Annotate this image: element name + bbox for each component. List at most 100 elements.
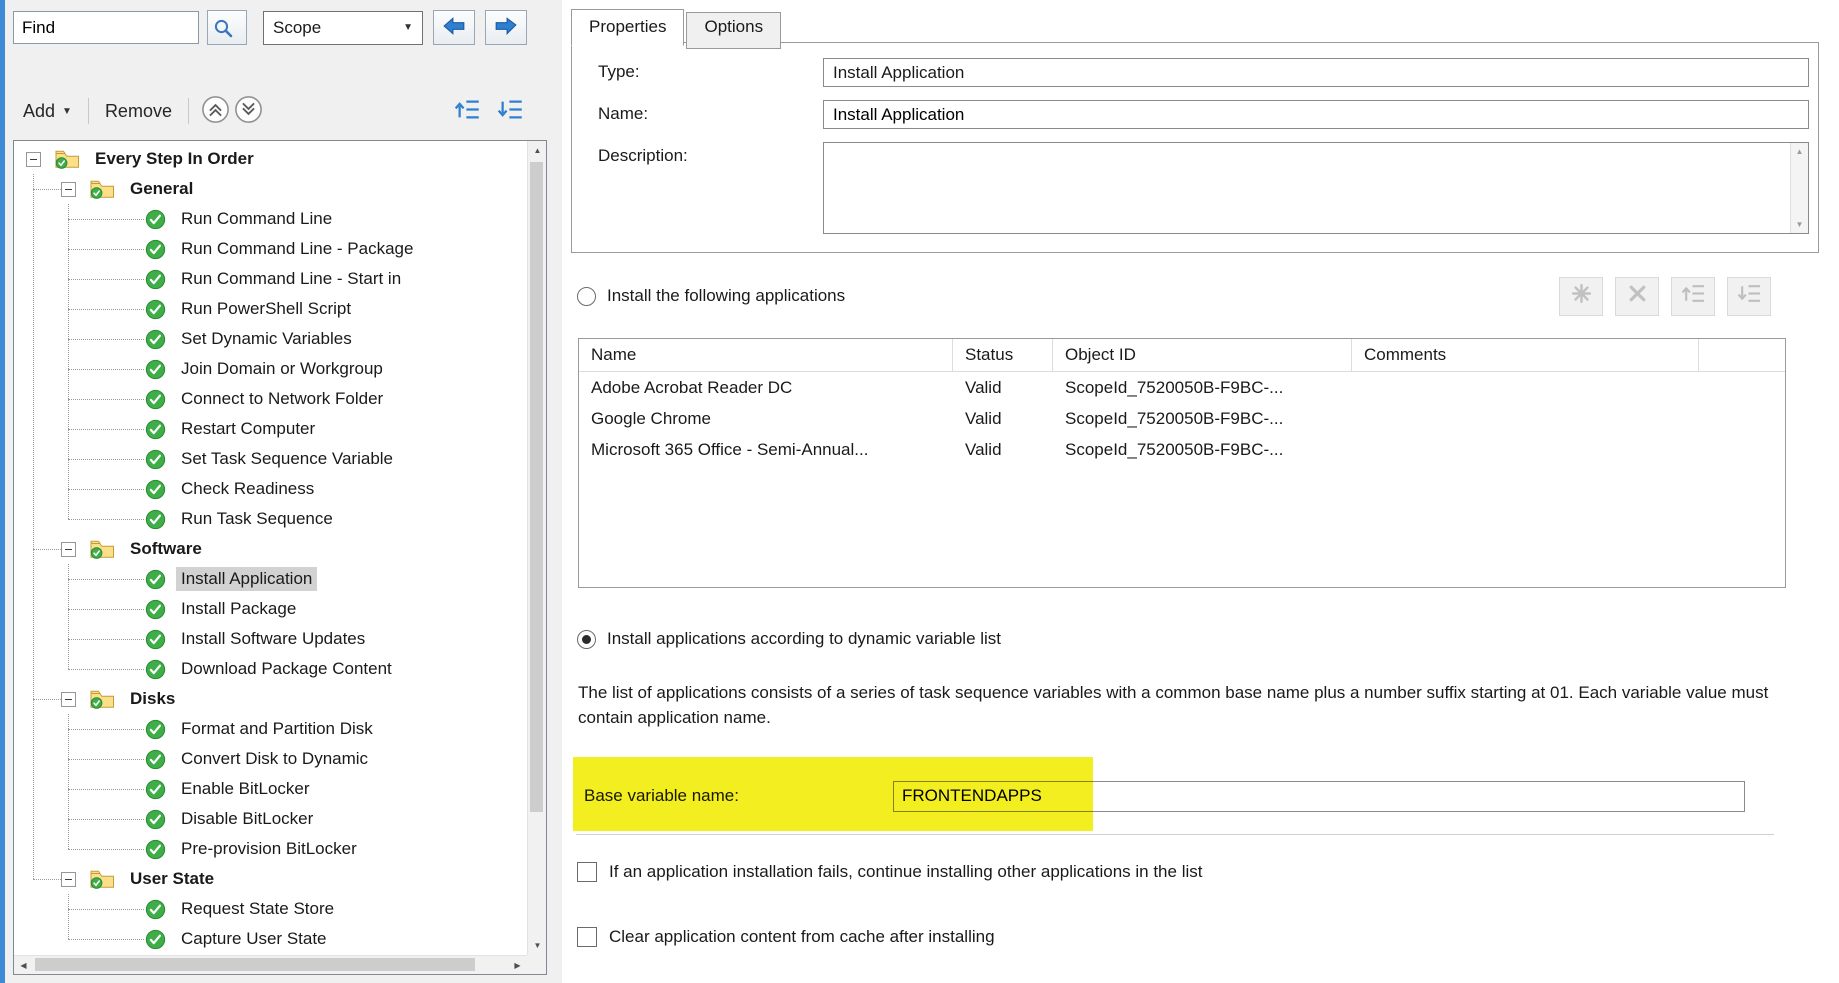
search-button[interactable] xyxy=(207,10,247,45)
tree-expander-icon[interactable] xyxy=(61,542,76,557)
tree-item[interactable]: Format and Partition Disk xyxy=(14,714,527,744)
tree-item-label: Restart Computer xyxy=(176,417,320,441)
tree-expander-icon[interactable] xyxy=(26,152,41,167)
move-step-up-button[interactable] xyxy=(452,96,483,126)
find-input[interactable] xyxy=(13,11,199,44)
tree-item[interactable]: Run PowerShell Script xyxy=(14,294,527,324)
column-header[interactable]: Status xyxy=(953,339,1053,371)
scroll-down-icon[interactable]: ▼ xyxy=(1796,220,1804,229)
tree-item[interactable]: Install Package xyxy=(14,594,527,624)
application-list-body: Adobe Acrobat Reader DCValidScopeId_7520… xyxy=(579,372,1785,465)
tree-item[interactable]: Check Readiness xyxy=(14,474,527,504)
step-success-icon xyxy=(144,628,167,651)
list-move-up-icon xyxy=(454,96,481,126)
application-cell: Adobe Acrobat Reader DC xyxy=(579,372,953,403)
install-following-label: Install the following applications xyxy=(607,286,845,306)
application-list[interactable]: NameStatusObject IDComments Adobe Acroba… xyxy=(578,338,1786,588)
move-application-down-button[interactable] xyxy=(1727,277,1771,316)
tree-item[interactable]: Restart Computer xyxy=(14,414,527,444)
tab-options[interactable]: Options xyxy=(686,12,781,49)
scroll-left-button[interactable]: ◀ xyxy=(14,956,33,975)
base-variable-input[interactable] xyxy=(893,781,1745,812)
tree-item[interactable]: Convert Disk to Dynamic xyxy=(14,744,527,774)
delete-application-button[interactable] xyxy=(1615,277,1659,316)
tree-group[interactable]: General xyxy=(14,174,527,204)
tree-item-label: Convert Disk to Dynamic xyxy=(176,747,373,771)
tree-expander-icon[interactable] xyxy=(61,182,76,197)
tree-item[interactable]: Run Command Line xyxy=(14,204,527,234)
folder-check-icon xyxy=(88,177,116,201)
application-row[interactable]: Adobe Acrobat Reader DCValidScopeId_7520… xyxy=(579,372,1785,403)
application-cell xyxy=(1699,372,1785,403)
horizontal-scroll-thumb[interactable] xyxy=(35,958,475,971)
type-label: Type: xyxy=(598,58,823,87)
step-success-icon xyxy=(144,778,167,801)
double-chevron-up-circle-icon xyxy=(201,95,230,127)
step-success-icon xyxy=(144,508,167,531)
tree-item[interactable]: Download Package Content xyxy=(14,654,527,684)
tree-item-label: Check Readiness xyxy=(176,477,319,501)
tree-item[interactable]: Connect to Network Folder xyxy=(14,384,527,414)
application-row[interactable]: Microsoft 365 Office - Semi-Annual...Val… xyxy=(579,434,1785,465)
tree-item-label: Install Package xyxy=(176,597,301,621)
remove-step-button[interactable]: Remove xyxy=(99,97,178,126)
tree-root[interactable]: Every Step In Order xyxy=(14,144,527,174)
step-success-icon xyxy=(144,448,167,471)
tree-group[interactable]: User State xyxy=(14,864,527,894)
application-row[interactable]: Google ChromeValidScopeId_7520050B-F9BC-… xyxy=(579,403,1785,434)
scroll-down-button[interactable]: ▼ xyxy=(528,936,547,955)
scroll-up-icon[interactable]: ▲ xyxy=(1796,147,1804,156)
tree-item[interactable]: Request State Store xyxy=(14,894,527,924)
install-dynamic-radio[interactable] xyxy=(577,630,596,649)
tree-expander-icon[interactable] xyxy=(61,872,76,887)
vertical-scrollbar[interactable]: ▲ ▼ xyxy=(527,141,546,955)
continue-on-fail-label: If an application installation fails, co… xyxy=(609,862,1202,882)
move-step-down-button[interactable] xyxy=(495,96,526,126)
tree-item[interactable]: Join Domain or Workgroup xyxy=(14,354,527,384)
tree-item[interactable]: Enable BitLocker xyxy=(14,774,527,804)
move-application-up-button[interactable] xyxy=(1671,277,1715,316)
dynamic-list-help-text: The list of applications consists of a s… xyxy=(578,681,1778,730)
tree-item[interactable]: Set Dynamic Variables xyxy=(14,324,527,354)
tree-expander-icon[interactable] xyxy=(61,692,76,707)
tab-properties[interactable]: Properties xyxy=(571,9,684,46)
install-following-radio[interactable] xyxy=(577,287,596,306)
tree-item[interactable]: Pre-provision BitLocker xyxy=(14,834,527,864)
column-header[interactable]: Object ID xyxy=(1053,339,1352,371)
add-step-button[interactable]: Add ▼ xyxy=(17,97,78,126)
find-previous-button[interactable] xyxy=(433,10,475,45)
horizontal-scrollbar[interactable]: ◀ ▶ xyxy=(14,955,527,974)
scroll-right-button[interactable]: ▶ xyxy=(508,956,527,975)
scroll-up-button[interactable]: ▲ xyxy=(528,141,547,160)
scope-dropdown[interactable]: Scope ▼ xyxy=(263,11,423,45)
tree-item[interactable]: Run Task Sequence xyxy=(14,504,527,534)
description-scrollbar[interactable]: ▲ ▼ xyxy=(1790,143,1808,233)
type-value: Install Application xyxy=(823,58,1809,87)
tree-item[interactable]: Set Task Sequence Variable xyxy=(14,444,527,474)
find-next-button[interactable] xyxy=(485,10,527,45)
name-input[interactable] xyxy=(823,100,1809,129)
tree-item[interactable]: Run Command Line - Start in xyxy=(14,264,527,294)
chevron-down-icon: ▼ xyxy=(62,106,72,117)
new-application-button[interactable] xyxy=(1559,277,1603,316)
continue-on-fail-checkbox[interactable] xyxy=(577,862,597,882)
tree-item[interactable]: Install Application xyxy=(14,564,527,594)
tree-item-label: Run PowerShell Script xyxy=(176,297,356,321)
column-header[interactable]: Name xyxy=(579,339,953,371)
tree-item[interactable]: Capture User State xyxy=(14,924,527,954)
tree-group[interactable]: Software xyxy=(14,534,527,564)
tree-group[interactable]: Disks xyxy=(14,684,527,714)
arrow-right-icon xyxy=(494,16,518,39)
step-success-icon xyxy=(144,748,167,771)
collapse-all-button[interactable] xyxy=(199,95,232,127)
tree-item[interactable]: Disable BitLocker xyxy=(14,804,527,834)
expand-all-button[interactable] xyxy=(232,95,265,127)
description-input[interactable]: ▲ ▼ xyxy=(823,142,1809,234)
vertical-scroll-thumb[interactable] xyxy=(530,162,543,812)
tree-item[interactable]: Run Command Line - Package xyxy=(14,234,527,264)
column-header[interactable]: Comments xyxy=(1352,339,1699,371)
folder-check-icon xyxy=(88,687,116,711)
clear-cache-checkbox[interactable] xyxy=(577,927,597,947)
step-success-icon xyxy=(144,298,167,321)
tree-item[interactable]: Install Software Updates xyxy=(14,624,527,654)
